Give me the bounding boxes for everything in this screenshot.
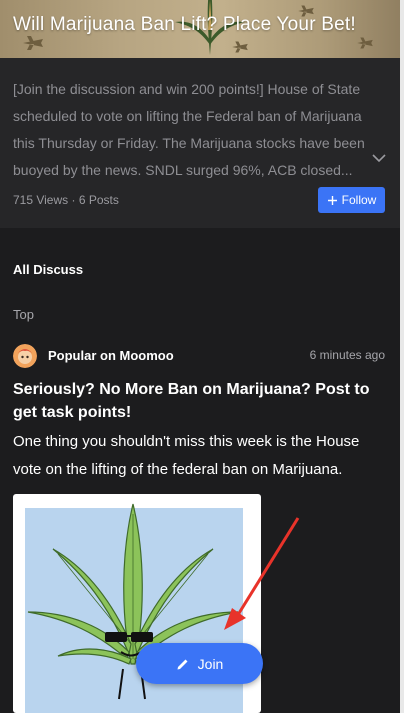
topic-description: [Join the discussion and win 200 points!… [13, 81, 365, 178]
topic-stats: 715 Views · 6 Posts [13, 193, 119, 207]
follow-button[interactable]: Follow [318, 187, 385, 213]
plane-icon [232, 41, 248, 53]
chevron-down-icon[interactable] [370, 151, 388, 165]
post-timestamp: 6 minutes ago [309, 348, 385, 362]
post-author[interactable]: Popular on Moomoo [48, 348, 174, 363]
sort-tab-top[interactable]: Top [13, 307, 34, 322]
topic-banner: Will Marijuana Ban Lift? Place Your Bet! [0, 0, 404, 58]
topic-card: [Join the discussion and win 200 points!… [0, 58, 400, 228]
post-header: Popular on Moomoo 6 minutes ago [13, 344, 385, 368]
plane-icon [23, 36, 43, 50]
pencil-icon [177, 659, 188, 669]
scrollbar[interactable] [400, 0, 404, 713]
plane-icon [357, 37, 373, 49]
join-label: Join [197, 655, 224, 672]
post-body[interactable]: One thing you shouldn't miss this week i… [13, 428, 388, 484]
post-title[interactable]: Seriously? No More Ban on Marijuana? Pos… [13, 378, 388, 424]
plus-icon [327, 195, 337, 205]
join-button[interactable]: Join [136, 643, 263, 684]
avatar[interactable] [13, 344, 37, 368]
section-title: All Discuss [13, 262, 84, 277]
follow-label: Follow [341, 193, 377, 207]
topic-title: Will Marijuana Ban Lift? Place Your Bet! [13, 14, 356, 35]
